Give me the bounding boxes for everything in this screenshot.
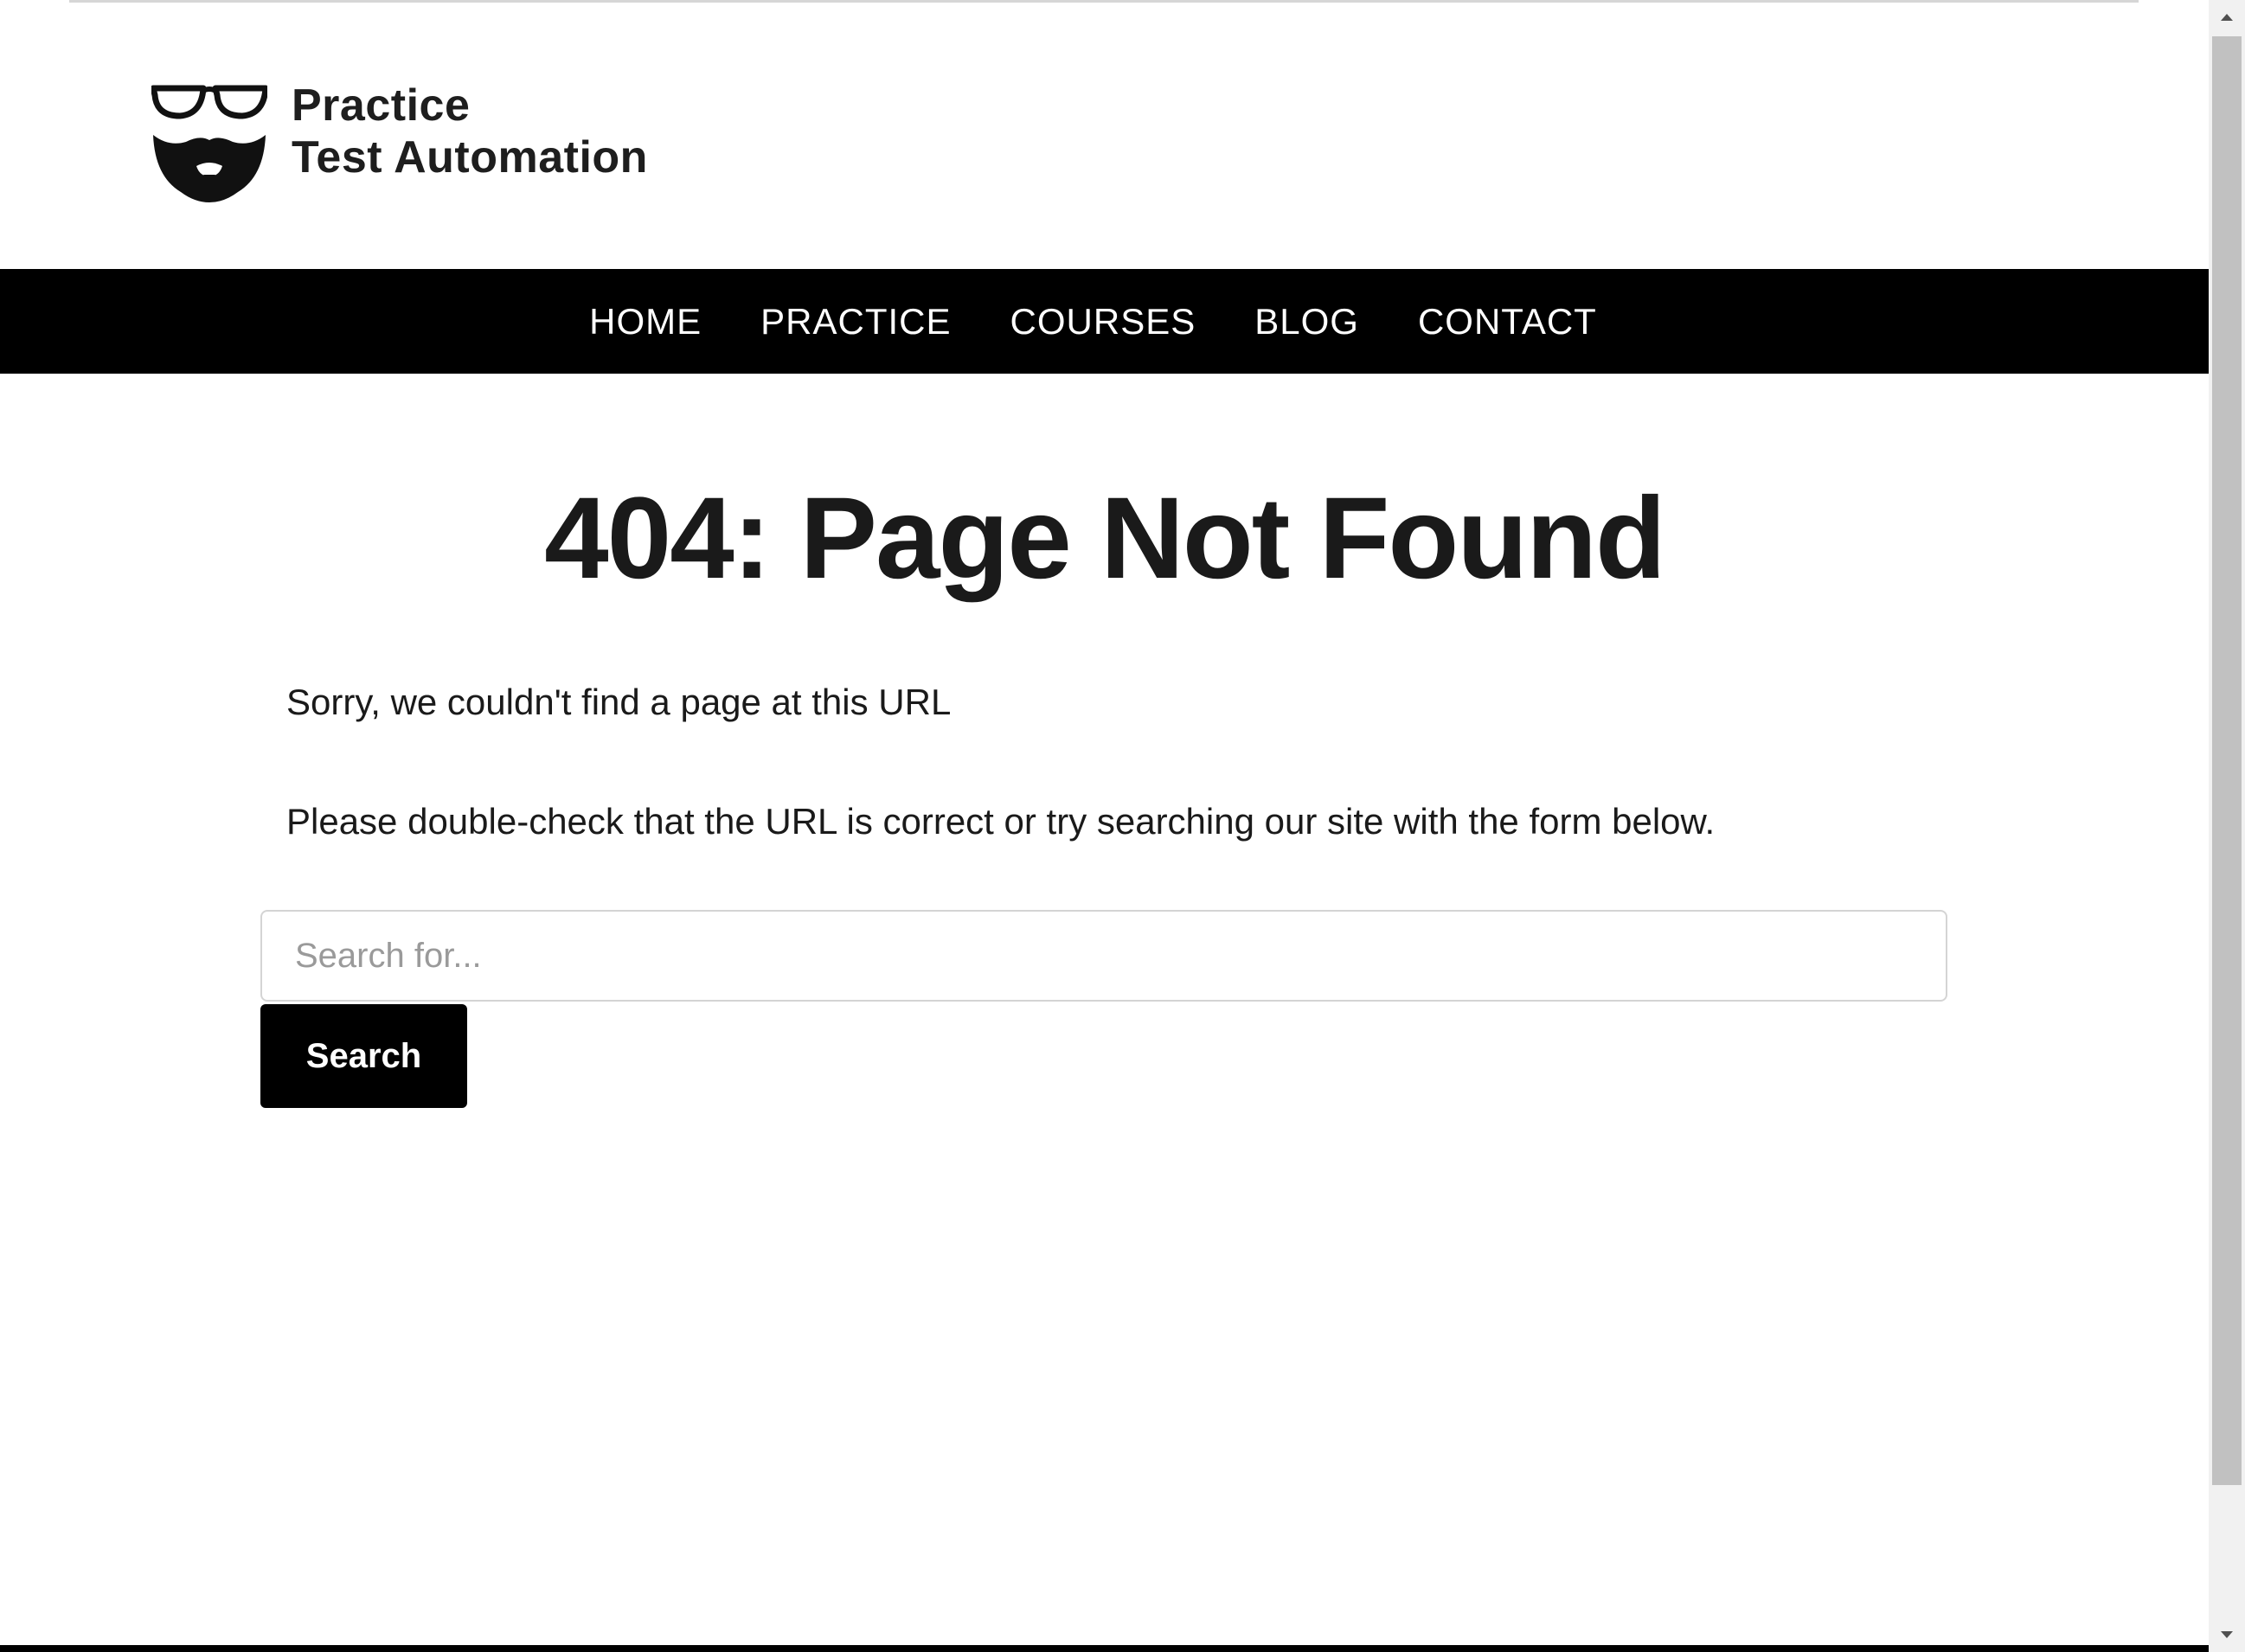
top-divider bbox=[69, 0, 2139, 3]
glasses-beard-icon bbox=[151, 85, 267, 202]
site-logo[interactable]: Practice Test Automation bbox=[151, 80, 670, 209]
nav-list: HOME PRACTICE COURSES BLOG CONTACT bbox=[560, 269, 1626, 374]
nav-item-practice[interactable]: PRACTICE bbox=[731, 269, 980, 374]
page-title: 404: Page Not Found bbox=[544, 474, 1666, 603]
scrollbar-thumb[interactable] bbox=[2212, 36, 2242, 1485]
logo-line-1: Practice bbox=[292, 80, 471, 131]
nav-item-home[interactable]: HOME bbox=[560, 269, 731, 374]
nav-item-contact[interactable]: CONTACT bbox=[1389, 269, 1626, 374]
nav-item-courses[interactable]: COURSES bbox=[981, 269, 1226, 374]
logo-text: Practice Test Automation bbox=[292, 80, 648, 183]
search-button[interactable]: Search bbox=[260, 1004, 467, 1108]
not-found-message: Sorry, we couldn't find a page at this U… bbox=[286, 682, 952, 722]
vertical-scrollbar[interactable] bbox=[2209, 0, 2245, 1652]
scroll-up-arrow-icon[interactable] bbox=[2209, 0, 2245, 35]
main-navigation: HOME PRACTICE COURSES BLOG CONTACT bbox=[0, 269, 2209, 374]
page: Practice Test Automation HOME PRACTICE C… bbox=[0, 0, 2245, 1652]
nav-item-blog[interactable]: BLOG bbox=[1225, 269, 1389, 374]
instructions-message: Please double-check that the URL is corr… bbox=[286, 801, 1716, 842]
search-input[interactable] bbox=[260, 910, 1947, 1002]
scroll-down-arrow-icon[interactable] bbox=[2209, 1617, 2245, 1652]
footer-edge bbox=[0, 1645, 2209, 1652]
logo-line-2: Test Automation bbox=[292, 132, 648, 182]
